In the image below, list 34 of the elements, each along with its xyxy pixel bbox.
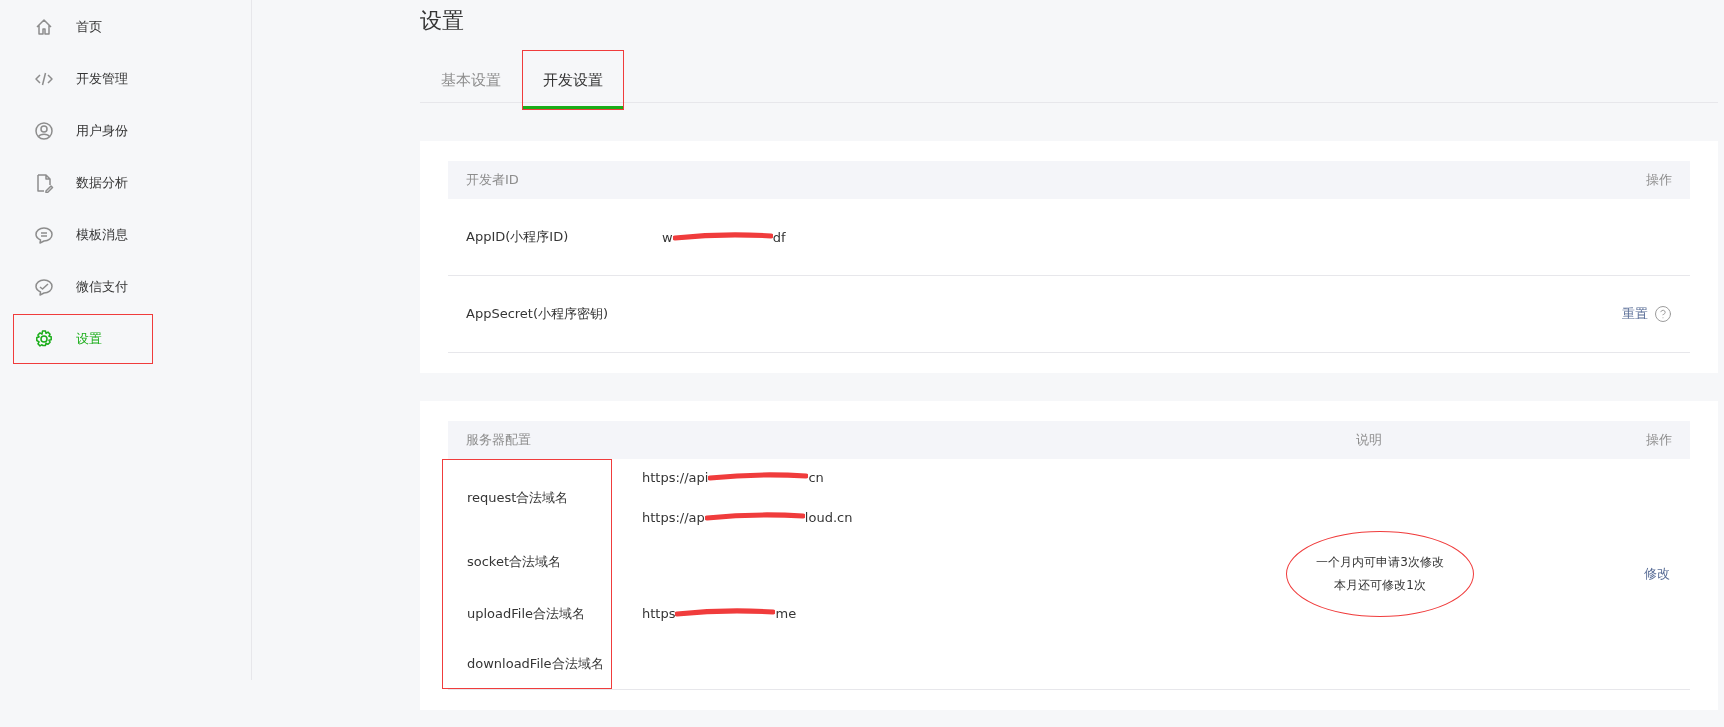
note-text: 本月还可修改1次: [1334, 577, 1426, 594]
tab[interactable]: 开发设置: [522, 50, 624, 110]
field-label: request合法域名: [467, 489, 569, 507]
home-icon: [34, 17, 54, 37]
value-text: https://api cn: [642, 468, 825, 487]
document-icon: [34, 173, 54, 193]
sidebar-item[interactable]: 微信支付: [13, 262, 153, 312]
help-icon[interactable]: [1654, 305, 1672, 323]
value-text: https me: [642, 604, 798, 623]
sidebar-item[interactable]: 模板消息: [13, 210, 153, 260]
user-icon: [34, 121, 54, 141]
field-label: uploadFile合法域名: [467, 605, 586, 623]
column-header: 开发者ID: [466, 171, 520, 189]
field-label: AppID(小程序ID): [466, 228, 570, 246]
column-header: 说明: [1356, 431, 1383, 449]
value-text: https://ap loud.cn: [642, 508, 854, 527]
column-header: 服务器配置: [466, 431, 532, 449]
note-text: 一个月内可申请3次修改: [1316, 554, 1444, 571]
field-label: downloadFile合法域名: [467, 655, 604, 673]
page-title: 设置: [420, 7, 465, 35]
column-header: 操作: [1646, 171, 1672, 189]
check-bubble-icon: [34, 277, 54, 297]
settings-icon: [34, 329, 54, 349]
value-text: w df: [662, 229, 787, 245]
field-label: socket合法域名: [467, 553, 562, 571]
column-header: 操作: [1646, 431, 1672, 449]
reset-link[interactable]: 重置: [1622, 305, 1648, 323]
chat-icon: [34, 225, 54, 245]
sidebar-item[interactable]: 首页: [13, 2, 153, 52]
sidebar-item[interactable]: 数据分析: [13, 158, 153, 208]
sidebar-item[interactable]: 开发管理: [13, 54, 153, 104]
sidebar-item[interactable]: 用户身份: [13, 106, 153, 156]
field-label: AppSecret(小程序密钥): [466, 305, 610, 323]
modify-link[interactable]: 修改: [1644, 565, 1670, 583]
